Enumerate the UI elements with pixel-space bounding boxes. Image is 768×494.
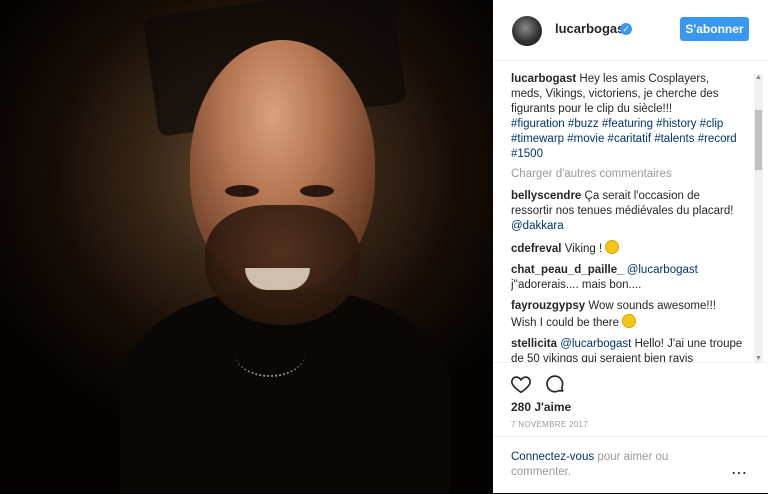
likes-count[interactable]: 280 J'aime — [511, 400, 571, 414]
comment-username[interactable]: stellicita — [511, 338, 557, 350]
comment-bubble-icon[interactable] — [544, 373, 566, 395]
hashtag-link[interactable]: #clip — [700, 118, 724, 130]
photo-eye-right — [300, 185, 334, 197]
comment-mention[interactable]: @lucarbogast — [560, 338, 631, 350]
caption: lucarbogast Hey les amis Cosplayers, med… — [511, 72, 743, 162]
comment-username[interactable]: bellyscendre — [511, 190, 581, 202]
comments-list[interactable]: lucarbogast Hey les amis Cosplayers, med… — [511, 72, 743, 362]
caption-username[interactable]: lucarbogast — [511, 73, 576, 85]
add-comment-section: Connectez-vous pour aimer ou commenter. … — [493, 436, 768, 494]
verified-badge-icon: ✓ — [620, 23, 632, 35]
follow-button[interactable]: S'abonner — [680, 17, 749, 41]
comment-item: bellyscendre Ça serait l'occasion de res… — [511, 189, 743, 234]
login-prompt: Connectez-vous pour aimer ou commenter. — [511, 450, 691, 480]
post-photo[interactable] — [0, 0, 493, 493]
scrollbar-thumb[interactable] — [755, 110, 762, 170]
hashtag-link[interactable]: #caritatif — [608, 133, 651, 145]
hashtag-link[interactable]: #talents — [654, 133, 694, 145]
comment-item: cdefreval Viking ! — [511, 240, 743, 257]
smiley-emoji-icon — [605, 240, 620, 254]
avatar[interactable] — [512, 16, 542, 46]
hashtag-link[interactable]: #record — [698, 133, 737, 145]
hashtag-link[interactable]: #timewarp — [511, 133, 564, 145]
more-options-icon[interactable]: ⋯ — [731, 463, 747, 483]
comment-username[interactable]: fayrouzgypsy — [511, 300, 585, 312]
hashtag-link[interactable]: #figuration — [511, 118, 565, 130]
load-more-comments-link[interactable]: Charger d'autres commentaires — [511, 167, 743, 182]
comment-username[interactable]: cdefreval — [511, 243, 562, 255]
hashtag-link[interactable]: #featuring — [602, 118, 653, 130]
comment-text: Viking ! — [564, 243, 603, 255]
photo-eye-left — [225, 185, 259, 197]
comment-item: fayrouzgypsy Wow sounds awesome!!! Wish … — [511, 299, 743, 331]
header-username[interactable]: lucarbogast — [555, 21, 629, 36]
login-link[interactable]: Connectez-vous — [511, 451, 594, 463]
photo-beard — [205, 205, 360, 325]
photo-necklace — [235, 330, 305, 377]
post-header: lucarbogast ✓ S'abonner — [493, 0, 768, 61]
heart-icon[interactable] — [510, 373, 532, 395]
post-side-panel: lucarbogast ✓ S'abonner lucarbogast Hey … — [493, 0, 768, 493]
comments-scrollbar[interactable]: ▲ ▼ — [754, 74, 763, 362]
smiley-emoji-icon — [622, 314, 637, 328]
comment-username[interactable]: chat_peau_d_paille_ — [511, 264, 624, 276]
hashtag-link[interactable]: #1500 — [511, 148, 543, 160]
comment-item: stellicita @lucarbogast Hello! J'ai une … — [511, 337, 743, 362]
scroll-up-arrow-icon[interactable]: ▲ — [755, 74, 762, 81]
hashtag-link[interactable]: #movie — [567, 133, 604, 145]
comment-mention[interactable]: @lucarbogast — [627, 264, 698, 276]
comment-text: j''adorerais.... mais bon.... — [511, 279, 642, 291]
hashtag-link[interactable]: #buzz — [568, 118, 599, 130]
instagram-post-modal: lucarbogast ✓ S'abonner lucarbogast Hey … — [0, 0, 768, 493]
hashtag-link[interactable]: #history — [656, 118, 696, 130]
caption-hashtags: #figuration #buzz #featuring #history #c… — [511, 117, 743, 162]
post-date: 7 NOVEMBRE 2017 — [511, 420, 588, 429]
scroll-down-arrow-icon[interactable]: ▼ — [755, 355, 762, 362]
post-actions — [493, 362, 768, 403]
comment-item: chat_peau_d_paille_ @lucarbogast j''ador… — [511, 263, 743, 293]
comment-mention[interactable]: @dakkara — [511, 220, 564, 232]
